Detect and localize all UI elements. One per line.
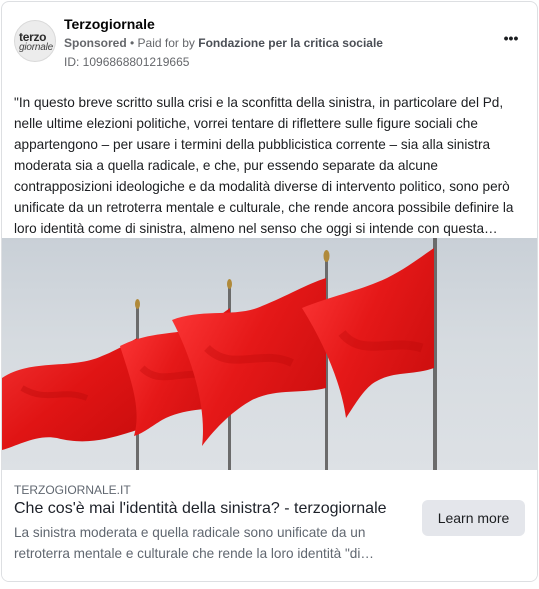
page-avatar[interactable]: terzo giornale — [14, 20, 56, 62]
link-description: La sinistra moderata e quella radicale s… — [14, 525, 374, 561]
payer-name: Fondazione per la critica sociale — [198, 36, 383, 50]
more-options-icon[interactable]: ••• — [499, 30, 523, 50]
link-domain: terzogiornale.it — [14, 483, 131, 497]
sponsored-label: Sponsored — [64, 36, 127, 50]
sponsor-line: Sponsored • Paid for by Fondazione per l… — [64, 36, 383, 50]
ad-image[interactable] — [2, 238, 537, 470]
red-flags-illustration — [2, 238, 437, 470]
post-header: terzo giornale Terzogiornale Sponsored •… — [2, 2, 537, 82]
ad-id: ID: 1096868801219665 — [64, 55, 190, 69]
learn-more-button[interactable]: Learn more — [422, 500, 525, 536]
link-preview[interactable]: terzogiornale.it Che cos'è mai l'identit… — [2, 470, 537, 581]
paid-for-prefix: Paid for by — [137, 36, 199, 50]
link-title[interactable]: Che cos'è mai l'identità della sinistra?… — [14, 500, 409, 518]
avatar-logo-subtext: giornale — [19, 42, 53, 53]
ad-card: terzo giornale Terzogiornale Sponsored •… — [1, 1, 538, 582]
meta-separator: • — [126, 36, 138, 50]
page-name[interactable]: Terzogiornale — [64, 16, 155, 32]
post-body-text: "In questo breve scritto sulla crisi e l… — [14, 95, 514, 236]
